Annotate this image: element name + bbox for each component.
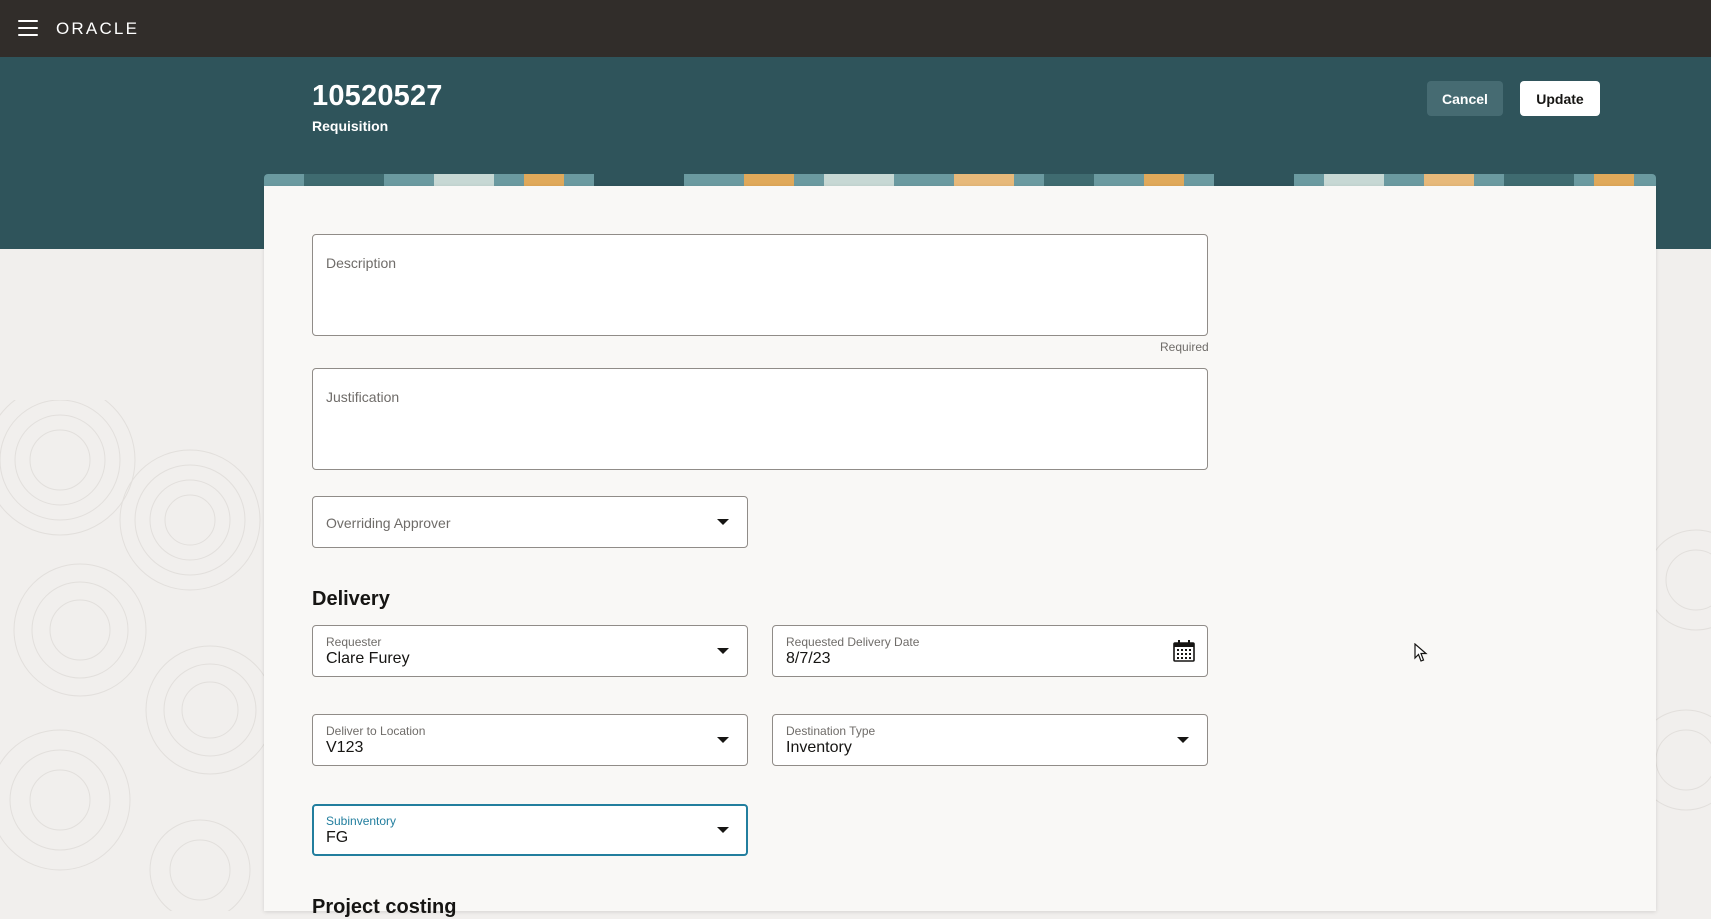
background-pattern bbox=[0, 400, 264, 911]
justification-placeholder: Justification bbox=[326, 389, 400, 405]
requester-select[interactable]: Requester Clare Furey bbox=[312, 625, 748, 677]
update-button[interactable]: Update bbox=[1520, 81, 1600, 116]
hamburger-menu-icon[interactable] bbox=[16, 16, 40, 40]
destination-type-select[interactable]: Destination Type Inventory bbox=[772, 714, 1208, 766]
subinventory-label: Subinventory bbox=[326, 814, 397, 828]
svg-text:ORACLE: ORACLE bbox=[56, 19, 139, 38]
subinventory-select[interactable]: Subinventory FG bbox=[312, 804, 748, 856]
background-pattern-right bbox=[1656, 529, 1711, 811]
description-placeholder: Description bbox=[326, 255, 397, 271]
calendar-icon[interactable] bbox=[1172, 639, 1196, 663]
deliver-to-location-label: Deliver to Location bbox=[326, 724, 426, 738]
requester-label: Requester bbox=[326, 635, 382, 649]
delivery-section-title: Delivery bbox=[312, 588, 390, 610]
oracle-logo[interactable]: ORACLE bbox=[56, 17, 160, 39]
page-title: 10520527 bbox=[312, 80, 443, 112]
destination-type-value: Inventory bbox=[786, 739, 852, 756]
requested-delivery-date-field[interactable]: Requested Delivery Date 8/7/23 bbox=[772, 625, 1208, 677]
description-field[interactable]: Description bbox=[312, 234, 1208, 336]
required-helper-text: Required bbox=[1160, 340, 1209, 354]
requested-delivery-date-label: Requested Delivery Date bbox=[786, 635, 920, 649]
requested-delivery-date-value: 8/7/23 bbox=[786, 650, 831, 667]
page-subtitle: Requisition bbox=[312, 118, 389, 134]
top-bar: ORACLE bbox=[0, 0, 1711, 57]
requester-value: Clare Furey bbox=[326, 650, 410, 667]
subinventory-value: FG bbox=[326, 829, 349, 846]
project-costing-section-title: Project costing bbox=[312, 896, 457, 918]
chevron-down-icon[interactable] bbox=[717, 519, 729, 525]
chevron-down-icon[interactable] bbox=[1177, 737, 1189, 743]
justification-field[interactable]: Justification bbox=[312, 368, 1208, 470]
cancel-button[interactable]: Cancel bbox=[1427, 81, 1503, 116]
destination-type-label: Destination Type bbox=[786, 724, 876, 738]
decorative-banner bbox=[264, 174, 1656, 186]
chevron-down-icon[interactable] bbox=[717, 737, 729, 743]
overriding-approver-select[interactable]: Overriding Approver bbox=[312, 496, 748, 548]
chevron-down-icon[interactable] bbox=[717, 827, 729, 833]
mouse-cursor-icon bbox=[1414, 643, 1428, 662]
chevron-down-icon[interactable] bbox=[717, 648, 729, 654]
deliver-to-location-value: V123 bbox=[326, 739, 364, 756]
overriding-approver-placeholder: Overriding Approver bbox=[326, 515, 451, 531]
deliver-to-location-select[interactable]: Deliver to Location V123 bbox=[312, 714, 748, 766]
